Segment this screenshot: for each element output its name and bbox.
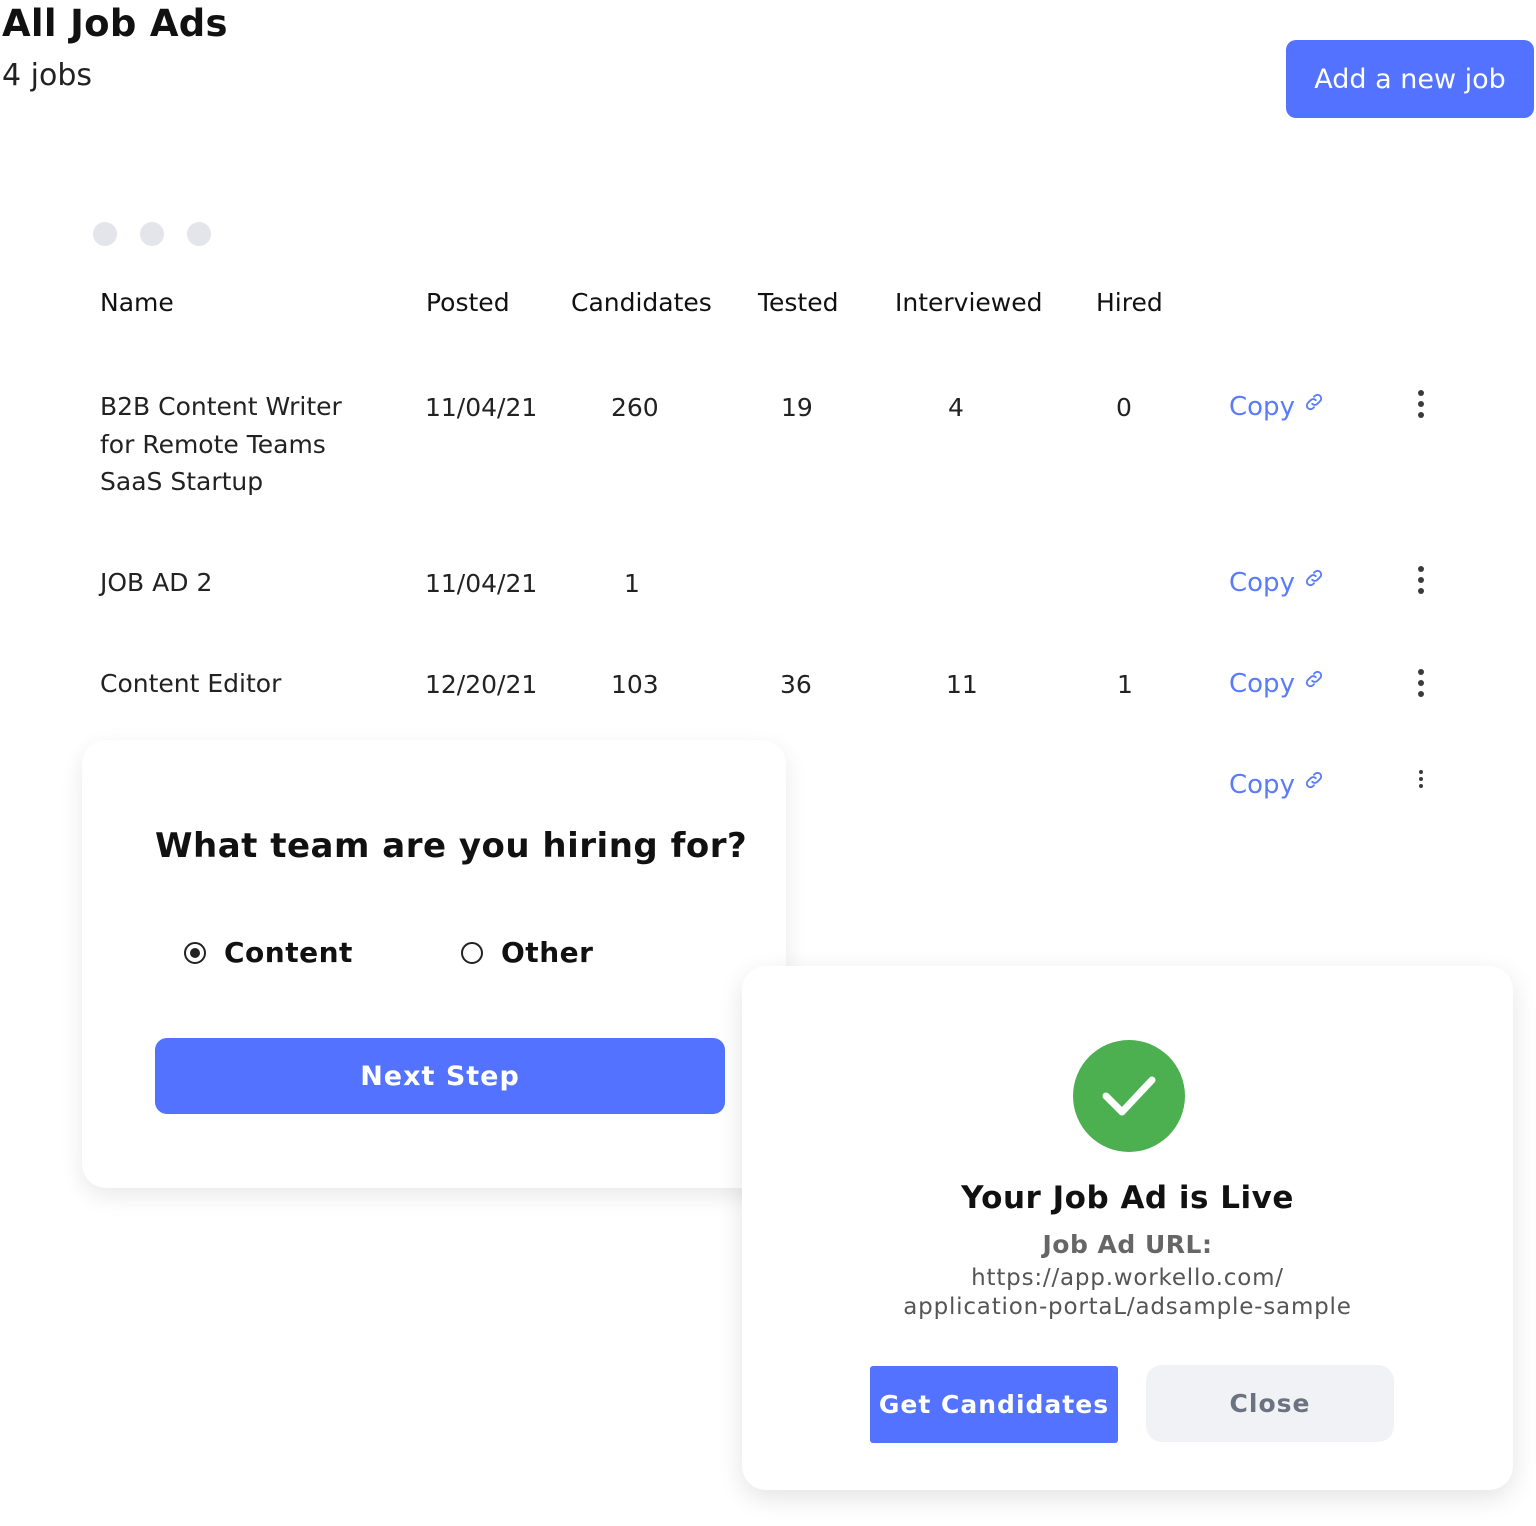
table-row-name: JOB AD 2: [100, 568, 213, 597]
success-badge: [1073, 1040, 1185, 1152]
column-header-posted: Posted: [426, 288, 510, 317]
window-dot: [187, 222, 211, 246]
copy-link[interactable]: Copy: [1229, 769, 1325, 800]
team-question: What team are you hiring for?: [155, 826, 748, 866]
column-header-interviewed: Interviewed: [895, 288, 1043, 317]
copy-link[interactable]: Copy: [1229, 567, 1325, 598]
job-ad-url-line[interactable]: https://app.workello.com/: [742, 1265, 1513, 1291]
column-header-tested: Tested: [758, 288, 839, 317]
candidates-count: 103: [611, 670, 659, 699]
column-header-candidates: Candidates: [571, 288, 712, 317]
live-title: Your Job Ad is Live: [961, 1180, 1294, 1216]
job-ad-url-line[interactable]: application-portaL/adsample-sample: [742, 1294, 1513, 1320]
job-count: 4 jobs: [2, 58, 92, 93]
more-options-icon[interactable]: [1409, 669, 1433, 697]
link-icon: [1306, 569, 1323, 587]
link-icon: [1306, 393, 1323, 411]
posted-date: 11/04/21: [425, 569, 538, 598]
interviewed-count: 11: [946, 670, 978, 699]
posted-date: 11/04/21: [425, 393, 538, 422]
window-dot: [93, 222, 117, 246]
link-icon: [1306, 771, 1323, 789]
link-icon: [1306, 670, 1323, 688]
more-options-icon[interactable]: [1409, 770, 1433, 788]
column-header-name: Name: [100, 288, 174, 317]
job-live-card: Your Job Ad is Live Job Ad URL: https://…: [742, 966, 1513, 1490]
copy-link[interactable]: Copy: [1229, 391, 1325, 422]
radio-option-content[interactable]: Content: [184, 936, 353, 969]
radio-unchecked-icon[interactable]: [461, 941, 483, 964]
get-candidates-button[interactable]: Get Candidates: [870, 1366, 1118, 1443]
radio-checked-icon[interactable]: [184, 941, 206, 964]
hired-count: 0: [1116, 393, 1132, 422]
table-row-name: Content Editor: [100, 669, 282, 698]
hired-count: 1: [1117, 670, 1133, 699]
next-step-button[interactable]: Next Step: [155, 1038, 725, 1114]
column-header-hired: Hired: [1096, 288, 1163, 317]
check-icon: [1102, 1076, 1156, 1116]
page-title: All Job Ads: [2, 2, 228, 45]
more-options-icon[interactable]: [1409, 390, 1433, 418]
more-options-icon[interactable]: [1409, 566, 1433, 594]
close-button[interactable]: Close: [1146, 1365, 1394, 1442]
tested-count: 19: [781, 393, 813, 422]
interviewed-count: 4: [948, 393, 964, 422]
team-selection-card: What team are you hiring for? Content Ot…: [82, 740, 786, 1188]
candidates-count: 1: [624, 569, 640, 598]
copy-link[interactable]: Copy: [1229, 668, 1325, 699]
radio-option-other[interactable]: Other: [461, 936, 593, 969]
candidates-count: 260: [611, 393, 659, 422]
tested-count: 36: [780, 670, 812, 699]
posted-date: 12/20/21: [425, 670, 538, 699]
window-dot: [140, 222, 164, 246]
add-new-job-button[interactable]: Add a new job: [1286, 40, 1534, 118]
table-row-name: B2B Content Writer for Remote Teams SaaS…: [100, 392, 342, 496]
url-label: Job Ad URL:: [1042, 1230, 1213, 1259]
